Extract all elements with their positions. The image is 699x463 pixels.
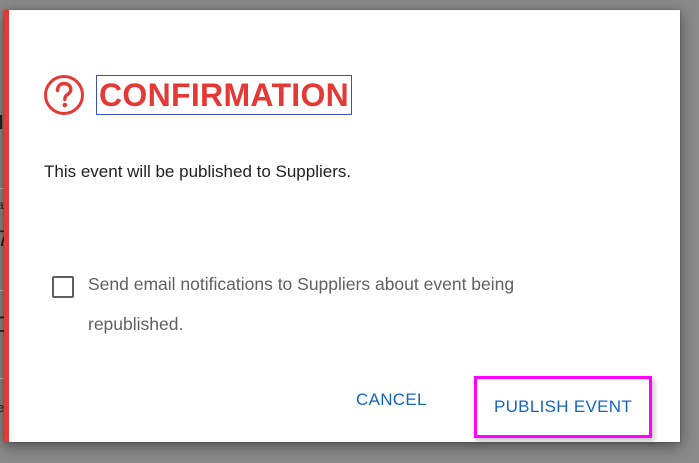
- dialog-accent-bar: [4, 10, 9, 442]
- dialog-header: CONFIRMATION: [42, 73, 353, 117]
- publish-event-button[interactable]: PUBLISH EVENT: [474, 376, 652, 438]
- dialog-message: This event will be published to Supplier…: [44, 162, 352, 181]
- question-circle-icon: [42, 73, 86, 117]
- email-notification-label[interactable]: Send email notifications to Suppliers ab…: [88, 264, 612, 344]
- email-notification-option[interactable]: Send email notifications to Suppliers ab…: [52, 272, 612, 344]
- confirmation-dialog: CONFIRMATION This event will be publishe…: [4, 10, 680, 442]
- email-notification-checkbox[interactable]: [52, 276, 74, 298]
- dialog-title: CONFIRMATION: [96, 75, 353, 115]
- cancel-button[interactable]: CANCEL: [356, 386, 427, 414]
